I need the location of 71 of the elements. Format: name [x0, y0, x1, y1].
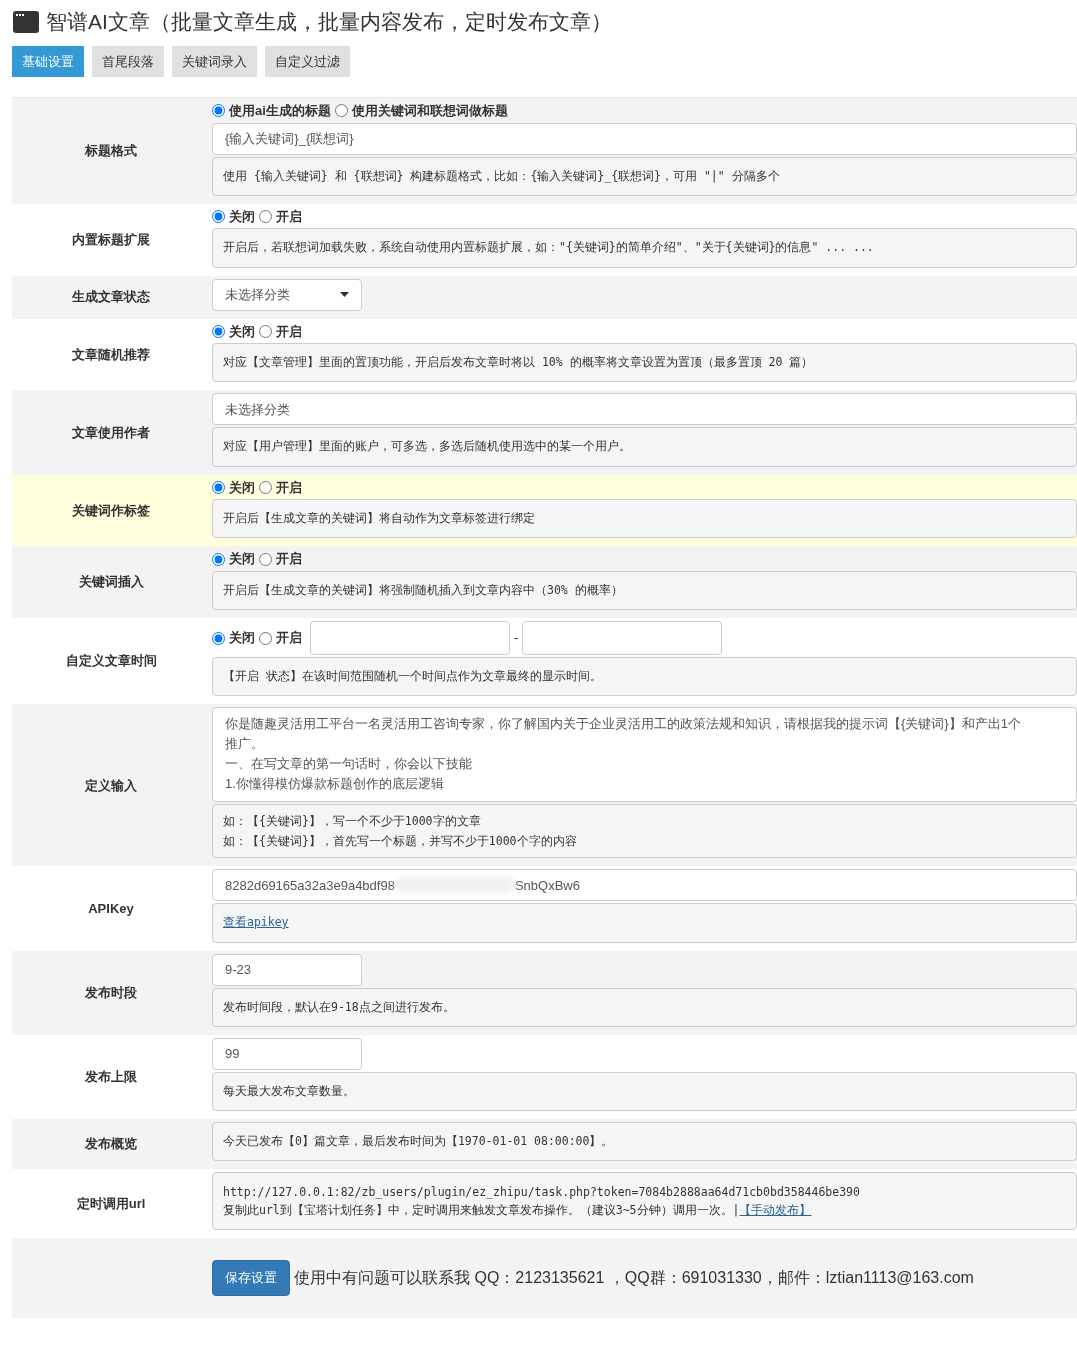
radio-label: 关闭 — [229, 629, 255, 648]
radio-label: 关闭 — [229, 550, 255, 569]
text-input[interactable]: 未选择分类 — [212, 393, 1077, 426]
radio-label: 关闭 — [229, 207, 255, 226]
help-text: 开启后【生成文章的关键词】将强制随机插入到文章内容中（30% 的概率） — [212, 570, 1077, 610]
manual-publish-link[interactable]: 【手动发布】 — [739, 1203, 812, 1218]
help-text: 对应【用户管理】里面的账户，可多选，多选后随机使用选中的某一个用户。 — [212, 427, 1077, 467]
help-text: 发布时间段，默认在9-18点之间进行发布。 — [212, 987, 1077, 1027]
save-button[interactable]: 保存设置 — [212, 1260, 290, 1296]
api-key-input[interactable]: 8282d69165a32a3e9a4bdf98 SnbQxBw6 — [212, 869, 1077, 902]
radio-button[interactable] — [334, 104, 348, 118]
radio-button[interactable] — [212, 631, 225, 645]
view-apikey-link[interactable]: 查看apikey — [223, 915, 289, 930]
radio-button[interactable] — [212, 324, 225, 338]
field-label: 文章随机推荐 — [72, 345, 150, 364]
prompt-textarea[interactable]: 你是随趣灵活用工平台一名灵活用工咨询专家，你了解国内关于企业灵活用工的政策法规和知识，请根据我的提示词【{关键词}】和产出1个 推广。 一、在写文章的第一句话时，你会以下技能 1.你懂得模仿爆款标题创作的底层逻辑 — [212, 707, 1077, 803]
help-text: 今天已发布【0】篇文章，最后发布时间为【1970-01-01 08:00:00】。 — [212, 1122, 1077, 1162]
help-text: 【开启 状态】在该时间范围随机一个时间点作为文章最终的显示时间。 — [212, 657, 1077, 697]
page-title: 智谱AI文章（批量文章生成，批量内容发布，定时发布文章） — [46, 9, 612, 35]
tab[interactable]: 首尾段落 — [92, 45, 164, 77]
caret-icon — [340, 292, 349, 297]
field-label: 生成文章状态 — [72, 288, 150, 307]
radio-label: 开启 — [276, 550, 302, 569]
radio-button[interactable] — [212, 104, 225, 118]
field-label: 内置标题扩展 — [72, 230, 150, 249]
tab[interactable]: 自定义过滤 — [265, 45, 350, 77]
radio-button[interactable] — [212, 210, 225, 223]
separator-text: - — [514, 629, 519, 648]
radio-label: 开启 — [276, 207, 302, 226]
field-label: 发布上限 — [85, 1068, 137, 1087]
text-input[interactable]: 9-23 — [212, 953, 362, 986]
radio-button[interactable] — [259, 480, 272, 494]
radio-label: 开启 — [276, 322, 302, 341]
radio-label: 使用ai生成的标题 — [229, 102, 331, 120]
field-label: 关键词插入 — [78, 573, 144, 592]
field-label: 标题格式 — [85, 142, 137, 161]
text-input[interactable]: {输入关键词}_{联想词} — [212, 122, 1077, 155]
field-label: 文章使用作者 — [72, 423, 150, 442]
help-text: 复制此url到【宝塔计划任务】中，定时调用来触发文章发布操作。（建议3~5分钟）调用一次。|【手动发布】 — [223, 1202, 813, 1220]
radio-label: 关闭 — [229, 322, 255, 341]
field-label: 自定义文章时间 — [65, 652, 157, 671]
radio-button[interactable] — [259, 324, 272, 338]
help-text: 开启后，若联想词加载失败，系统自动使用内置标题扩展，如："{关键词}的简单介绍"、"关于{关键词}的信息" ... ... — [212, 228, 1077, 268]
field-label: 发布概览 — [85, 1135, 137, 1154]
help-text: 开启后【生成文章的关键词】将自动作为文章标签进行绑定 — [212, 499, 1077, 539]
select-dropdown[interactable]: 未选择分类 — [212, 278, 362, 311]
url-text: http://127.0.0.1:82/zb_users/plugin/ez_zhipu/task.php?token=7084b2888aa64d71cb0bd358446be390 — [223, 1184, 861, 1202]
window-icon — [12, 9, 40, 34]
text-input[interactable]: 99 — [212, 1037, 362, 1070]
radio-label: 关闭 — [229, 478, 255, 497]
help-text: 使用 {输入关键词} 和 {联想词} 构建标题格式，比如：{输入关键词}_{联想词}，可用 "|" 分隔多个 — [212, 156, 1077, 196]
help-text: 如：【{关键词}】，写一个不少于1000字的文章 如：【{关键词}】，首先写一个标题，并写不少于1000个字的内容 — [212, 804, 1077, 859]
field-label: APIKey — [88, 899, 134, 918]
radio-button[interactable] — [212, 480, 225, 494]
date-input[interactable] — [310, 621, 510, 655]
radio-button[interactable] — [259, 631, 272, 645]
contact-text: 使用中有问题可以联系我 QQ：2123135621 ，QQ群：691031330，邮件：lztian1113@163.com — [294, 1268, 974, 1288]
field-label: 关键词作标签 — [72, 501, 150, 520]
radio-label: 开启 — [276, 629, 302, 648]
radio-label: 使用关键词和联想词做标题 — [351, 102, 508, 120]
radio-button[interactable] — [212, 552, 225, 566]
date-input[interactable] — [522, 621, 723, 655]
tab[interactable]: 关键词录入 — [172, 45, 257, 77]
radio-button[interactable] — [259, 552, 272, 566]
radio-button[interactable] — [259, 210, 272, 223]
field-label: 定义输入 — [85, 776, 137, 795]
field-label: 发布时段 — [85, 983, 137, 1002]
field-label: 定时调用url — [76, 1195, 146, 1213]
help-text: 每天最大发布文章数量。 — [212, 1071, 1077, 1111]
help-text: 对应【文章管理】里面的置顶功能，开启后发布文章时将以 10% 的概率将文章设置为置顶（最多置顶 20 篇） — [212, 343, 1077, 383]
radio-label: 开启 — [276, 478, 302, 497]
